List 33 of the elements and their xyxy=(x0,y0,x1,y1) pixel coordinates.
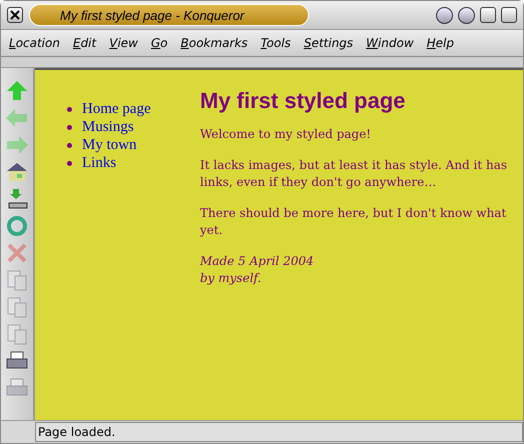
close-button[interactable] xyxy=(7,7,23,23)
menu-item[interactable]: View xyxy=(109,36,138,50)
menu-item[interactable]: Edit xyxy=(72,36,96,50)
bullet-icon xyxy=(67,142,72,148)
signature-line: Made 5 April 2004 xyxy=(200,254,314,268)
menu-item[interactable]: Bookmarks xyxy=(180,36,248,50)
paragraph: There should be more here, but I don't know what yet. xyxy=(200,205,508,239)
bullet-icon xyxy=(67,106,72,112)
menu-item[interactable]: Location xyxy=(9,36,60,50)
nav-link[interactable]: Home page xyxy=(82,100,151,118)
nav-link[interactable]: Musings xyxy=(82,118,134,136)
bullet-icon xyxy=(67,160,72,166)
page-heading: My first styled page xyxy=(200,88,406,114)
signature-line: by myself. xyxy=(200,271,262,285)
home-icon[interactable] xyxy=(5,161,29,183)
paragraph: It lacks images, but at least it has style. And it has links, even if they don't go anywhere… xyxy=(200,157,508,191)
menu-item[interactable]: Tools xyxy=(260,36,291,50)
shade-button[interactable] xyxy=(501,6,517,22)
reload-icon[interactable] xyxy=(5,215,29,237)
status-text: Page loaded. xyxy=(35,422,523,442)
menu-item[interactable]: Window xyxy=(366,36,414,50)
menu-item[interactable]: Go xyxy=(150,36,168,50)
nav-link[interactable]: Links xyxy=(82,154,116,172)
bullet-icon xyxy=(67,124,72,130)
menu-item[interactable]: Settings xyxy=(304,36,354,50)
window-title: My first styled page - Konqueror xyxy=(60,8,244,22)
up-icon[interactable] xyxy=(5,80,29,102)
menu-item[interactable]: Help xyxy=(426,36,454,50)
help-button[interactable] xyxy=(436,6,453,24)
paragraph: Welcome to my styled page! xyxy=(200,126,372,143)
nav-link[interactable]: My town xyxy=(82,136,137,154)
maximize-button[interactable] xyxy=(458,6,475,24)
minimize-button[interactable] xyxy=(480,6,496,22)
